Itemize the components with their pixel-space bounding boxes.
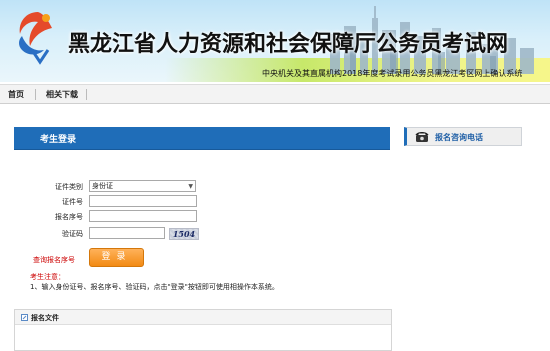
login-panel-title: 考生登录 bbox=[40, 135, 77, 145]
nav-divider bbox=[86, 89, 87, 100]
phone-icon bbox=[415, 132, 429, 142]
query-reg-no-link[interactable]: 查询报名序号 bbox=[33, 255, 75, 265]
nav-item-home[interactable]: 首页 bbox=[8, 89, 24, 100]
captcha-input[interactable] bbox=[89, 227, 165, 239]
files-panel-header: 报名文件 bbox=[15, 310, 391, 325]
cert-type-label: 证件类别 bbox=[55, 183, 83, 191]
cert-type-select[interactable]: 身份证 ▼ bbox=[89, 180, 196, 192]
captcha-image[interactable]: 1504 bbox=[169, 228, 199, 240]
cert-type-value: 身份证 bbox=[92, 182, 113, 190]
notice-title: 考生注意： bbox=[30, 273, 65, 281]
marquee-notice: 中央机关及其直属机构2018年度考试录用公务员黑龙江考区网上确认系统 bbox=[262, 69, 523, 78]
page: 黑龙江省人力资源和社会保障厅公务员考试网 中央机关及其直属机构2018年度考试录… bbox=[0, 0, 550, 351]
files-panel: 报名文件 bbox=[14, 309, 392, 351]
login-button[interactable]: 登录 bbox=[89, 248, 144, 267]
consult-title: 报名咨询电话 bbox=[435, 133, 483, 142]
captcha-label: 验证码 bbox=[62, 230, 83, 238]
consult-phone-box: 报名咨询电话 bbox=[404, 127, 522, 146]
cert-no-input[interactable] bbox=[89, 195, 197, 207]
files-panel-title: 报名文件 bbox=[31, 314, 59, 322]
header-banner: 黑龙江省人力资源和社会保障厅公务员考试网 中央机关及其直属机构2018年度考试录… bbox=[0, 0, 550, 82]
cert-no-label: 证件号 bbox=[62, 198, 83, 206]
main-nav: 首页 相关下载 bbox=[0, 84, 550, 104]
reg-no-label: 报名序号 bbox=[55, 213, 83, 221]
login-panel-header: 考生登录 bbox=[14, 127, 390, 150]
nav-divider bbox=[35, 89, 36, 100]
logo-icon bbox=[19, 12, 53, 65]
chevron-down-icon: ▼ bbox=[188, 183, 193, 190]
edit-icon bbox=[21, 314, 28, 321]
site-title: 黑龙江省人力资源和社会保障厅公务员考试网 bbox=[68, 32, 509, 57]
notice-text: 1、输入身份证号、报名序号、验证码，点击"登录"按钮即可使用相操作本系统。 bbox=[30, 283, 279, 291]
reg-no-input[interactable] bbox=[89, 210, 197, 222]
nav-item-downloads[interactable]: 相关下载 bbox=[46, 89, 78, 100]
